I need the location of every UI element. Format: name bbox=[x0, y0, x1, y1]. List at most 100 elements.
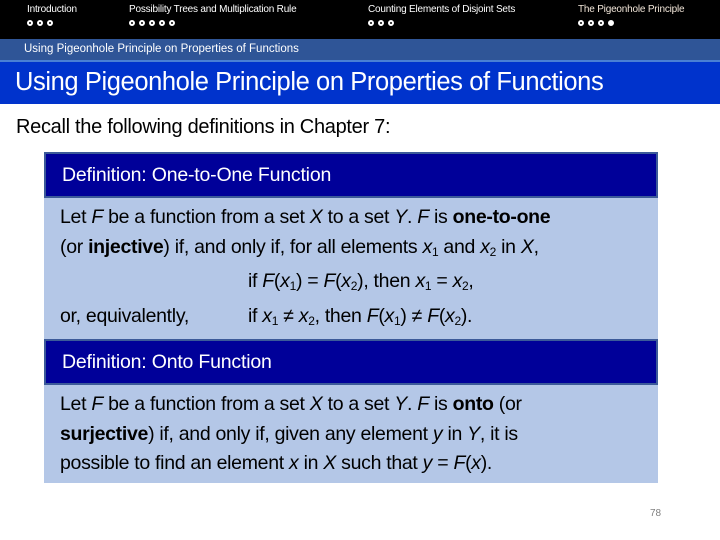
text-fragment: in bbox=[442, 422, 468, 445]
definition-heading: Definition: One-to-One Function bbox=[44, 152, 658, 198]
math-variable: x bbox=[341, 270, 351, 292]
math-variable: x bbox=[384, 304, 395, 327]
definition-body: Let F be a function from a set X to a se… bbox=[44, 198, 658, 340]
text-fragment: . bbox=[407, 393, 418, 415]
definition-heading: Definition: Onto Function bbox=[44, 339, 658, 385]
progress-dot-icon[interactable] bbox=[368, 20, 374, 26]
progress-dot-icon[interactable] bbox=[129, 20, 135, 26]
text-fragment: ). bbox=[460, 304, 473, 327]
nav-progress-dots bbox=[27, 20, 77, 26]
progress-dot-icon[interactable] bbox=[149, 20, 155, 26]
math-variable: X bbox=[309, 206, 323, 228]
math-variable: x bbox=[480, 235, 490, 258]
math-variable: Y bbox=[394, 393, 408, 415]
math-variable: F bbox=[417, 393, 429, 415]
progress-dot-icon[interactable] bbox=[47, 20, 53, 26]
text-fragment: Let bbox=[60, 393, 92, 415]
definition-box-onto: Definition: Onto Function Let F be a fun… bbox=[44, 339, 658, 483]
text-fragment: ), then bbox=[357, 270, 416, 292]
math-variable: F bbox=[417, 206, 429, 228]
math-variable: F bbox=[262, 270, 274, 292]
text-fragment: ≠ bbox=[278, 304, 299, 327]
math-variable: x bbox=[280, 270, 290, 292]
math-variable: Y bbox=[467, 422, 480, 445]
text-fragment: be a function from a set bbox=[102, 206, 310, 228]
math-variable: Y bbox=[394, 206, 408, 228]
definition-equation: if F(x1) = F(x2), then x1 = x2, bbox=[60, 267, 642, 302]
nav-section-counting-disjoint-sets[interactable]: Counting Elements of Disjoint Sets bbox=[368, 4, 515, 26]
nav-section-introduction[interactable]: Introduction bbox=[27, 4, 77, 26]
text-fragment: to a set bbox=[322, 393, 395, 415]
nav-progress-dots bbox=[129, 20, 296, 26]
definition-line: Let F be a function from a set X to a se… bbox=[60, 390, 642, 420]
nav-section-title[interactable]: The Pigeonhole Principle bbox=[578, 4, 685, 15]
text-fragment: ) ≠ bbox=[400, 304, 428, 327]
progress-dot-icon[interactable] bbox=[578, 20, 584, 26]
nav-section-title[interactable]: Introduction bbox=[27, 4, 77, 15]
definition-line: Let F be a function from a set X to a se… bbox=[60, 203, 642, 233]
progress-dot-icon[interactable] bbox=[588, 20, 594, 26]
progress-dot-icon[interactable] bbox=[388, 20, 394, 26]
math-variable: F bbox=[427, 304, 439, 327]
text-fragment: to a set bbox=[322, 206, 395, 228]
text-fragment: ). bbox=[480, 452, 493, 474]
slide-title-bar: Using Pigeonhole Principle on Properties… bbox=[0, 62, 720, 104]
text-fragment: ) if, and only if, given any element bbox=[148, 422, 433, 445]
text-fragment: if bbox=[248, 270, 263, 292]
text-fragment: ) if, and only if, for all elements bbox=[163, 235, 423, 258]
text-fragment: ) = bbox=[295, 270, 324, 292]
progress-dot-icon[interactable] bbox=[159, 20, 165, 26]
current-progress-dot-icon[interactable] bbox=[608, 20, 614, 26]
nav-progress-dots bbox=[578, 20, 684, 26]
text-fragment: , bbox=[468, 270, 474, 292]
term-injective: injective bbox=[88, 235, 164, 258]
definition-body: Let F be a function from a set X to a se… bbox=[44, 385, 658, 483]
math-variable: x bbox=[471, 452, 481, 474]
math-variable: X bbox=[323, 452, 336, 474]
text-fragment: , it is bbox=[479, 422, 518, 445]
math-variable: F bbox=[366, 304, 379, 327]
progress-dot-icon[interactable] bbox=[378, 20, 384, 26]
definition-line: (or injective) if, and only if, for all … bbox=[60, 233, 642, 268]
term-one-to-one: one-to-one bbox=[452, 206, 551, 228]
text-fragment: (or bbox=[493, 393, 522, 415]
section-navigation-bar: Introduction Possibility Trees and Multi… bbox=[0, 0, 720, 39]
progress-dot-icon[interactable] bbox=[598, 20, 604, 26]
math-variable: x bbox=[452, 270, 463, 292]
text-fragment: be a function from a set bbox=[102, 393, 310, 415]
text-fragment: , then bbox=[314, 304, 367, 327]
math-variable: F bbox=[91, 393, 103, 415]
progress-dot-icon[interactable] bbox=[37, 20, 43, 26]
text-fragment: in bbox=[496, 235, 521, 258]
math-variable: F bbox=[453, 452, 466, 474]
progress-dot-icon[interactable] bbox=[27, 20, 33, 26]
math-variable: X bbox=[309, 393, 323, 415]
nav-section-possibility-trees[interactable]: Possibility Trees and Multiplication Rul… bbox=[129, 4, 297, 26]
math-variable: F bbox=[91, 206, 103, 228]
text-fragment: and bbox=[438, 235, 481, 258]
math-variable: X bbox=[520, 235, 534, 258]
intro-text: Recall the following definitions in Chap… bbox=[16, 116, 391, 138]
text-fragment: = bbox=[431, 270, 453, 292]
text-fragment: in bbox=[298, 452, 324, 474]
nav-section-title[interactable]: Possibility Trees and Multiplication Rul… bbox=[129, 4, 297, 15]
equivalently-label: or, equivalently, bbox=[60, 304, 189, 327]
subsection-bar: Using Pigeonhole Principle on Properties… bbox=[0, 39, 720, 62]
progress-dot-icon[interactable] bbox=[139, 20, 145, 26]
progress-dot-icon[interactable] bbox=[169, 20, 175, 26]
text-fragment: is bbox=[428, 206, 453, 228]
text-fragment: if bbox=[248, 304, 263, 327]
math-variable: F bbox=[323, 270, 336, 292]
nav-section-pigeonhole-principle[interactable]: The Pigeonhole Principle bbox=[578, 4, 685, 26]
math-variable: y bbox=[422, 452, 433, 474]
text-fragment: , bbox=[533, 235, 539, 258]
math-variable: x bbox=[262, 304, 272, 327]
term-surjective: surjective bbox=[60, 422, 149, 445]
nav-section-title[interactable]: Counting Elements of Disjoint Sets bbox=[368, 4, 515, 15]
text-fragment: . bbox=[407, 206, 418, 228]
math-variable: x bbox=[422, 235, 432, 258]
text-fragment: such that bbox=[336, 452, 423, 474]
text-fragment: (or bbox=[60, 235, 89, 258]
page-number: 78 bbox=[650, 508, 662, 519]
slide-title: Using Pigeonhole Principle on Properties… bbox=[15, 68, 604, 96]
